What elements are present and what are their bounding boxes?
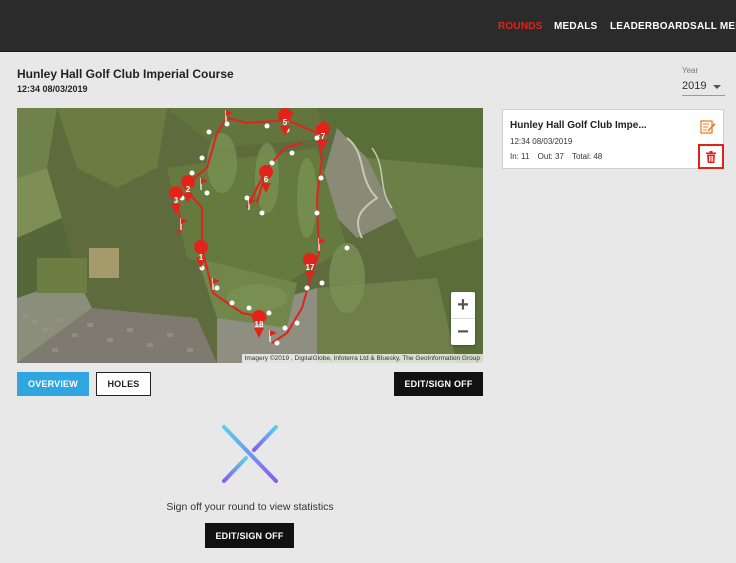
nav-leaderboards[interactable]: LEADERBOARDS — [610, 0, 697, 52]
statistics-message: Sign off your round to view statistics — [166, 501, 334, 513]
svg-text:5: 5 — [283, 118, 288, 127]
svg-text:6: 6 — [264, 175, 269, 184]
svg-text:17: 17 — [306, 263, 315, 272]
top-navigation-bar: ROUNDS MEDALS LEADERBOARDS ALL MEM — [0, 0, 736, 52]
score-in: In: 11 — [510, 152, 530, 161]
zoom-in-button[interactable]: + — [451, 292, 475, 318]
tab-holes[interactable]: HOLES — [96, 372, 151, 396]
round-datetime: 12:34 08/03/2019 — [17, 84, 88, 94]
nav-rounds[interactable]: ROUNDS — [498, 0, 543, 52]
svg-text:3: 3 — [174, 196, 179, 205]
tab-overview[interactable]: OVERVIEW — [17, 372, 89, 396]
score-total: Total: 48 — [571, 152, 603, 161]
satellite-imagery: 1 2 3 5 6 7 17 18 — [17, 108, 483, 363]
svg-text:18: 18 — [255, 320, 264, 329]
trash-icon — [706, 150, 716, 163]
edit-scorecard-icon[interactable] — [700, 120, 716, 134]
round-card-datetime: 12:34 08/03/2019 — [510, 137, 573, 146]
nav-all-members[interactable]: ALL MEM — [697, 0, 736, 52]
round-card[interactable]: Hunley Hall Golf Club Impe... 12:34 08/0… — [502, 109, 724, 169]
delete-round-button[interactable] — [698, 144, 724, 169]
statistics-locked-icon — [222, 425, 278, 483]
zoom-out-button[interactable]: − — [451, 319, 475, 345]
score-out: Out: 37 — [537, 152, 564, 161]
chevron-down-icon — [713, 85, 721, 89]
course-title: Hunley Hall Golf Club Imperial Course — [17, 67, 234, 81]
svg-text:1: 1 — [199, 253, 204, 262]
year-label: Year — [682, 66, 699, 75]
edit-sign-off-button-secondary[interactable]: EDIT/SIGN OFF — [205, 523, 294, 548]
map-zoom-control: + − — [451, 292, 475, 345]
nav-medals[interactable]: MEDALS — [554, 0, 597, 52]
year-select-value: 2019 — [682, 80, 707, 92]
svg-text:2: 2 — [186, 185, 191, 194]
map-attribution: Imagery ©2019 , DigitalGlobe, Infoterra … — [241, 354, 483, 363]
svg-text:7: 7 — [321, 132, 326, 141]
edit-sign-off-button[interactable]: EDIT/SIGN OFF — [394, 372, 483, 396]
round-card-scores: In: 11 Out: 37 Total: 48 — [510, 152, 608, 161]
course-map[interactable]: 1 2 3 5 6 7 17 18 Imagery ©2019 , Digita… — [17, 108, 483, 363]
round-card-title: Hunley Hall Golf Club Impe... — [510, 120, 647, 131]
year-select[interactable]: 2019 — [682, 78, 725, 96]
